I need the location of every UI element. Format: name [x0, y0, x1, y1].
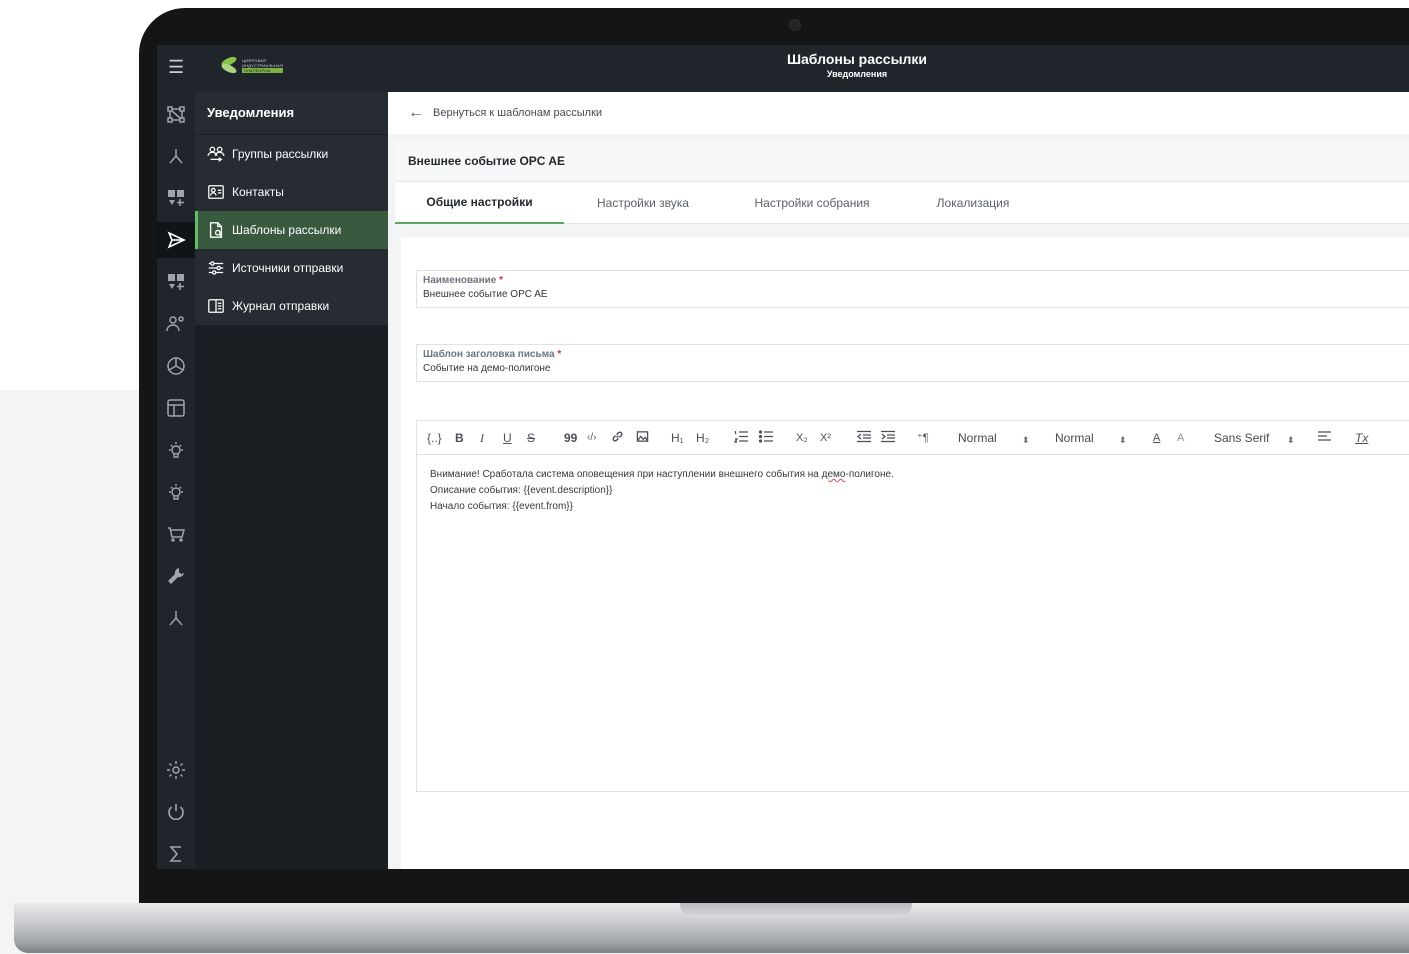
size-select-2[interactable]: Normal	[1055, 430, 1094, 446]
wrench-icon[interactable]	[157, 558, 195, 594]
sidebar-item-label: Шаблоны рассылки	[232, 223, 342, 237]
gear-icon[interactable]	[157, 752, 195, 788]
laptop-mockup: ☰ ЦИФРОВАЯ ИНДУСТРИАЛЬНАЯ ПЛАТФОРМА Шабл…	[0, 0, 1409, 954]
ordered-list-icon[interactable]	[733, 430, 748, 447]
font-select[interactable]: Sans Serif	[1214, 430, 1269, 446]
superscript-button[interactable]: X²	[820, 430, 831, 446]
tab-general[interactable]: Общие настройки	[395, 182, 564, 224]
h2-button[interactable]: H₂	[696, 430, 709, 446]
bullet-list-icon[interactable]	[758, 430, 773, 447]
background-color-icon[interactable]: A	[1177, 430, 1184, 446]
name-field-label: Наименование *	[423, 275, 504, 286]
template-vars-button[interactable]: {..}	[427, 430, 442, 446]
platform-logo[interactable]: ЦИФРОВАЯ ИНДУСТРИАЛЬНАЯ ПЛАТФОРМА	[219, 54, 299, 76]
app-screen: ☰ ЦИФРОВАЯ ИНДУСТРИАЛЬНАЯ ПЛАТФОРМА Шабл…	[157, 45, 1409, 869]
subscript-button[interactable]: X₂	[796, 430, 808, 446]
send-icon[interactable]	[157, 222, 195, 258]
outdent-icon[interactable]	[856, 430, 871, 447]
editor-line: Описание события: {{event.description}}	[430, 485, 613, 496]
editor-content[interactable]: Внимание! Сработала система оповещения п…	[430, 467, 894, 515]
clear-format-button[interactable]: Tx	[1355, 430, 1368, 446]
sidebar-item-sources[interactable]: Источники отправки	[195, 249, 388, 287]
rich-text-editor: {..} B I U S 99 ‹/› H₁ H₂ X₂ X² ⁺¶ Norma…	[416, 420, 1409, 792]
sidebar: Уведомления Группы рассылки Контакты Шаб…	[195, 92, 388, 869]
align-icon[interactable]	[1318, 430, 1331, 446]
strike-button[interactable]: S	[527, 430, 535, 446]
sidebar-panel: Уведомления Группы рассылки Контакты Шаб…	[195, 92, 388, 325]
tab-meeting[interactable]: Настройки собрания	[722, 182, 902, 224]
chevron-updown-icon[interactable]: ⬍	[1022, 432, 1030, 448]
page-subtitle: Уведомления	[826, 69, 888, 79]
user-settings-icon[interactable]	[157, 306, 195, 342]
text-color-icon[interactable]: A	[1153, 430, 1160, 446]
book-icon	[206, 296, 226, 316]
size-select-1[interactable]: Normal	[958, 430, 997, 446]
editor-line: Начало события: {{event.from}}	[430, 501, 573, 512]
bulb-icon[interactable]	[157, 432, 195, 468]
tab-localization[interactable]: Локализация	[902, 182, 1044, 224]
sidebar-item-templates[interactable]: Шаблоны рассылки	[195, 211, 388, 249]
back-bar: ← Вернуться к шаблонам рассылки	[388, 92, 1409, 134]
logo-text: ЦИФРОВАЯ ИНДУСТРИАЛЬНАЯ ПЛАТФОРМА	[242, 57, 284, 73]
image-icon[interactable]	[636, 430, 649, 447]
page-title-block: Шаблоны рассылки Уведомления	[732, 49, 982, 80]
back-link[interactable]: Вернуться к шаблонам рассылки	[433, 107, 602, 119]
chevron-updown-icon[interactable]: ⬍	[1119, 432, 1127, 448]
logo-mark	[219, 54, 239, 76]
dashboard-add-icon[interactable]	[157, 264, 195, 300]
bulb-icon[interactable]	[157, 474, 195, 510]
rtl-icon[interactable]: ⁺¶	[917, 430, 929, 446]
code-button[interactable]: ‹/›	[587, 430, 596, 446]
indent-icon[interactable]	[881, 430, 895, 447]
contact-card-icon	[206, 182, 226, 202]
dashboard-add-icon[interactable]	[157, 180, 195, 216]
sidebar-item-label: Группы рассылки	[232, 147, 329, 161]
page-title: Шаблоны рассылки	[786, 51, 928, 67]
name-field-value[interactable]: Внешнее событие OPC AE	[423, 289, 548, 300]
sidebar-item-groups[interactable]: Группы рассылки	[195, 135, 388, 173]
card-header: Внешнее событие OPC AE	[395, 141, 1409, 182]
sidebar-title: Уведомления	[207, 105, 295, 120]
underline-button[interactable]: U	[503, 430, 512, 446]
sliders-icon	[206, 258, 226, 278]
h1-button[interactable]: H₁	[671, 430, 684, 446]
link-icon[interactable]	[611, 430, 624, 447]
arrow-left-icon[interactable]: ←	[408, 104, 424, 122]
subject-field[interactable]: Шаблон заголовка письма * Событие на дем…	[416, 344, 1409, 382]
editor-toolbar: {..} B I U S 99 ‹/› H₁ H₂ X₂ X² ⁺¶ Norma…	[417, 421, 1409, 455]
template-icon	[206, 220, 226, 240]
subject-field-value[interactable]: Событие на демо-полигоне	[423, 363, 550, 374]
graph-icon[interactable]	[157, 96, 195, 132]
tab-sound[interactable]: Настройки звука	[564, 182, 722, 224]
hamburger-menu-icon[interactable]: ☰	[168, 58, 184, 76]
tab-bar: Общие настройки Настройки звука Настройк…	[395, 182, 1409, 224]
chevron-updown-icon[interactable]: ⬍	[1287, 432, 1295, 448]
branch-icon[interactable]	[157, 600, 195, 636]
top-bar: ☰ ЦИФРОВАЯ ИНДУСТРИАЛЬНАЯ ПЛАТФОРМА Шабл…	[157, 45, 1409, 92]
branch-icon[interactable]	[157, 138, 195, 174]
sidebar-item-contacts[interactable]: Контакты	[195, 173, 388, 211]
layout-icon[interactable]	[157, 390, 195, 426]
editor-line: Внимание! Сработала система оповещения п…	[430, 469, 894, 480]
icon-rail	[157, 92, 195, 869]
cart-icon[interactable]	[157, 516, 195, 552]
sidebar-item-journal[interactable]: Журнал отправки	[195, 287, 388, 325]
power-icon[interactable]	[157, 794, 195, 830]
quote-button[interactable]: 99	[564, 430, 577, 446]
sidebar-item-label: Контакты	[232, 185, 284, 199]
laptop-notch	[680, 903, 912, 918]
bold-button[interactable]: B	[455, 430, 464, 446]
sigma-icon[interactable]	[157, 836, 195, 869]
name-field[interactable]: Наименование * Внешнее событие OPC AE	[416, 270, 1409, 308]
card-title: Внешнее событие OPC AE	[408, 154, 566, 168]
main-content: ← Вернуться к шаблонам рассылки Внешнее …	[388, 92, 1409, 869]
laptop-camera	[789, 19, 801, 31]
users-icon	[206, 144, 226, 164]
italic-button[interactable]: I	[480, 430, 484, 446]
chart-pie-icon[interactable]	[157, 348, 195, 384]
settings-form: Наименование * Внешнее событие OPC AE Ша…	[401, 237, 1409, 869]
sidebar-item-label: Журнал отправки	[232, 299, 330, 313]
sidebar-item-label: Источники отправки	[232, 261, 344, 275]
subject-field-label: Шаблон заголовка письма *	[423, 349, 562, 360]
